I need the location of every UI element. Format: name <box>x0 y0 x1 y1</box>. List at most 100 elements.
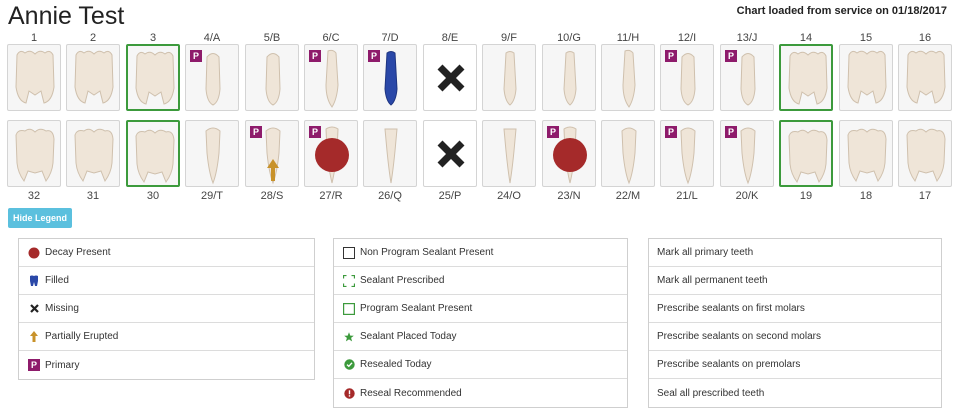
tooth-image <box>621 127 637 185</box>
action-prescribe-sealants-on-first-molars[interactable]: Prescribe sealants on first molars <box>649 295 941 323</box>
dashed-square-icon <box>342 274 356 288</box>
legend-item: Reseal Recommended <box>334 379 627 407</box>
tooth-6-c[interactable]: P <box>304 44 358 111</box>
tooth-number-label: 24/O <box>497 190 521 202</box>
legend-item: Non Program Sealant Present <box>334 239 627 267</box>
erupting-arrow-icon <box>267 159 279 181</box>
tooth-32[interactable] <box>7 120 61 187</box>
erupting-arrow-icon <box>27 330 41 344</box>
primary-badge: P <box>309 126 321 138</box>
tooth-11-h[interactable] <box>601 44 655 111</box>
action-mark-all-permanent-teeth[interactable]: Mark all permanent teeth <box>649 267 941 295</box>
tooth-number-label: 27/R <box>319 190 343 202</box>
tooth-number-label: 14 <box>799 32 813 44</box>
tooth-number-label: 1 <box>30 32 38 44</box>
chart-loaded-status: Chart loaded from service on 01/18/2017 <box>736 5 947 17</box>
tooth-image <box>15 128 55 183</box>
action-prescribe-sealants-on-second-molars[interactable]: Prescribe sealants on second molars <box>649 323 941 351</box>
tooth-3[interactable] <box>126 44 180 111</box>
tooth-31[interactable] <box>66 120 120 187</box>
actions-panel: Mark all primary teeth Mark all permanent… <box>648 238 942 408</box>
tooth-image <box>15 50 55 104</box>
tooth-28-s[interactable]: P <box>245 120 299 187</box>
missing-x-icon <box>437 140 465 168</box>
tooth-number-label: 2 <box>89 32 97 44</box>
tooth-13-j[interactable]: P <box>720 44 774 111</box>
action-mark-all-primary-teeth[interactable]: Mark all primary teeth <box>649 239 941 267</box>
tooth-24-o[interactable] <box>482 120 536 187</box>
legend-conditions-panel: Decay Present Filled Missing Partially Erup… <box>18 238 315 380</box>
decay-marker <box>315 138 349 172</box>
tooth-image <box>563 51 577 106</box>
tooth-8-e[interactable] <box>423 44 477 111</box>
tooth-number-label: 22/M <box>615 190 641 202</box>
tooth-1[interactable] <box>7 44 61 111</box>
tooth-5-b[interactable] <box>245 44 299 111</box>
tooth-14[interactable] <box>779 44 833 111</box>
tooth-9-f[interactable] <box>482 44 536 111</box>
tooth-number-label: 6/C <box>322 32 340 44</box>
tooth-16[interactable] <box>898 44 952 111</box>
legend-item: Filled <box>19 267 314 295</box>
legend-sealants-panel: Non Program Sealant Present Sealant Presc… <box>333 238 628 408</box>
primary-badge: P <box>725 50 737 62</box>
tooth-number-label: 18 <box>859 190 873 202</box>
legend-label: Program Sealant Present <box>360 303 473 314</box>
tooth-number-label: 5/B <box>263 32 281 44</box>
tooth-20-k[interactable]: P <box>720 120 774 187</box>
tooth-27-r[interactable]: P <box>304 120 358 187</box>
tooth-number-label: 16 <box>918 32 932 44</box>
tooth-21-l[interactable]: P <box>660 120 714 187</box>
legend-item: Sealant Placed Today <box>334 323 627 351</box>
primary-badge: P <box>309 50 321 62</box>
tooth-29-t[interactable] <box>185 120 239 187</box>
check-circle-icon <box>342 358 356 372</box>
tooth-15[interactable] <box>839 44 893 111</box>
tooth-image <box>622 49 636 108</box>
tooth-number-label: 17 <box>918 190 932 202</box>
decay-marker <box>553 138 587 172</box>
filled-tooth-icon <box>27 274 41 288</box>
empty-square-icon <box>342 246 356 260</box>
tooth-26-q[interactable] <box>363 120 417 187</box>
tooth-number-label: 31 <box>86 190 100 202</box>
missing-x-icon <box>437 64 465 92</box>
legend-label: Reseal Recommended <box>360 387 462 399</box>
green-square-icon <box>342 302 356 316</box>
tooth-17[interactable] <box>898 120 952 187</box>
tooth-7-d[interactable]: P <box>363 44 417 111</box>
tooth-number-label: 25/P <box>438 190 462 202</box>
tooth-10-g[interactable] <box>542 44 596 111</box>
action-seal-all-prescribed-teeth[interactable]: Seal all prescribed teeth <box>649 379 941 407</box>
tooth-number-label: 20/K <box>735 190 759 202</box>
legend-label: Decay Present <box>45 247 111 258</box>
tooth-30[interactable] <box>126 120 180 187</box>
tooth-number-label: 19 <box>799 190 813 202</box>
legend-label: Resealed Today <box>360 359 432 370</box>
legend-label: Missing <box>45 303 79 314</box>
primary-badge-icon: P <box>27 358 41 372</box>
tooth-number-label: 10/G <box>557 32 581 44</box>
tooth-12-i[interactable]: P <box>660 44 714 111</box>
tooth-image <box>906 50 946 104</box>
tooth-image <box>847 50 887 104</box>
tooth-25-p[interactable] <box>423 120 477 187</box>
tooth-23-n[interactable]: P <box>542 120 596 187</box>
hide-legend-button[interactable]: Hide Legend <box>8 208 72 228</box>
tooth-19[interactable] <box>779 120 833 187</box>
tooth-4-a[interactable]: P <box>185 44 239 111</box>
tooth-number-label: 9/F <box>501 32 517 44</box>
tooth-number-label: 12/I <box>677 32 697 44</box>
tooth-number-label: 23/N <box>557 190 581 202</box>
tooth-18[interactable] <box>839 120 893 187</box>
legend-item: P Primary <box>19 351 314 379</box>
action-prescribe-sealants-on-premolars[interactable]: Prescribe sealants on premolars <box>649 351 941 379</box>
exclamation-circle-icon <box>342 386 356 400</box>
primary-badge: P <box>665 50 677 62</box>
tooth-22-m[interactable] <box>601 120 655 187</box>
tooth-image <box>788 129 828 184</box>
missing-x-icon <box>27 302 41 316</box>
tooth-2[interactable] <box>66 44 120 111</box>
tooth-number-label: 32 <box>27 190 41 202</box>
tooth-image <box>205 127 221 185</box>
